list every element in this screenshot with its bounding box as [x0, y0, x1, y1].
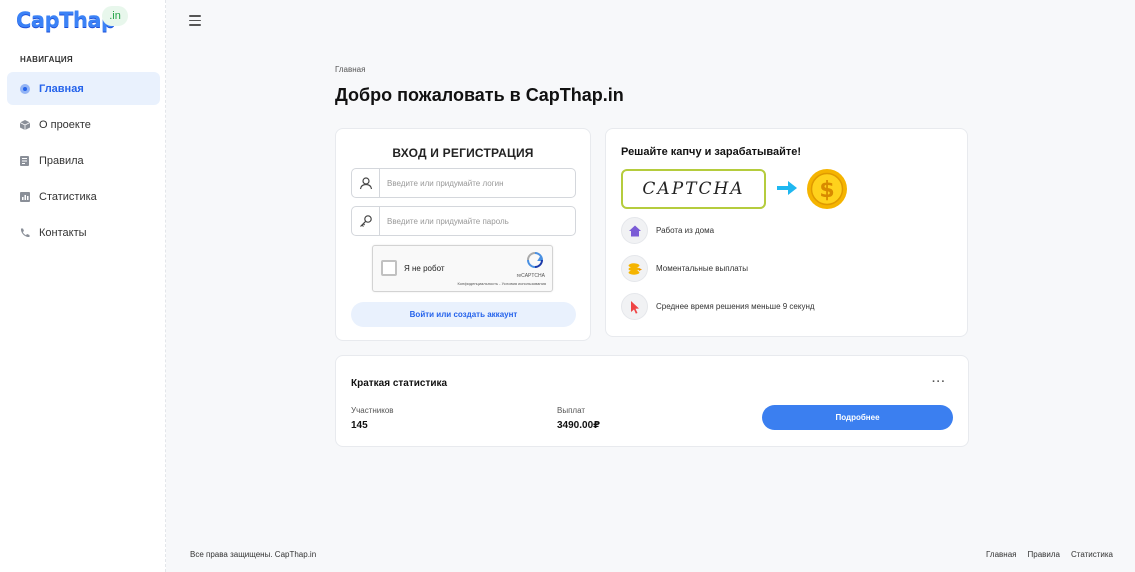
recaptcha-label: Я не робот: [404, 264, 445, 273]
login-submit-button[interactable]: Войти или создать аккаунт: [351, 302, 576, 327]
menu-toggle-icon[interactable]: [189, 15, 201, 27]
recaptcha-checkbox[interactable]: [381, 260, 397, 276]
arrow-right-icon: [777, 181, 797, 195]
participants-label: Участников: [351, 406, 394, 415]
sidebar-item-label: Контакты: [39, 226, 87, 239]
rules-icon: [18, 154, 31, 167]
nav-heading: НАВИГАЦИЯ: [20, 55, 73, 64]
cube-icon: [18, 118, 31, 131]
login-input[interactable]: [380, 178, 570, 188]
sidebar-item-home[interactable]: Главная: [7, 72, 160, 105]
stats-card: Краткая статистика ··· Участников 145 Вы…: [335, 355, 969, 447]
footer-link-statistics[interactable]: Статистика: [1071, 550, 1113, 559]
svg-text:$: $: [819, 178, 834, 203]
sidebar-item-about[interactable]: О проекте: [7, 108, 160, 141]
logo[interactable]: CapThap: [16, 8, 116, 32]
sidebar-nav: Главная О проекте Правила Статистика Кон…: [7, 72, 160, 252]
footer-link-home[interactable]: Главная: [986, 550, 1016, 559]
page-title: Добро пожаловать в CapThap.in: [335, 85, 624, 105]
feature-label: Моментальные выплаты: [656, 264, 748, 273]
promo-card: Решайте капчу и зарабатывайте! CAPTCHA $…: [605, 128, 968, 337]
sidebar-item-label: О проекте: [39, 118, 91, 131]
logo-text[interactable]: CapThap: [16, 8, 116, 32]
login-field: [351, 168, 576, 198]
sidebar-item-rules[interactable]: Правила: [7, 144, 160, 177]
feature-item: Работа из дома: [621, 217, 714, 244]
payout-value: 3490.00₽: [557, 420, 601, 431]
sidebar-item-label: Статистика: [39, 190, 97, 203]
sidebar-item-contacts[interactable]: Контакты: [7, 216, 160, 249]
breadcrumb[interactable]: Главная: [335, 65, 365, 74]
footer-link-rules[interactable]: Правила: [1028, 550, 1060, 559]
feature-item: Моментальные выплаты: [621, 255, 748, 282]
user-icon: [352, 169, 380, 197]
details-button[interactable]: Подробнее: [762, 405, 953, 430]
feature-label: Среднее время решения меньше 9 секунд: [656, 302, 815, 311]
footer-copyright: Все права защищены. CapThap.in: [190, 550, 317, 559]
coin-icon: $: [807, 169, 847, 209]
recaptcha-logo-icon: [527, 252, 544, 268]
house-icon: [621, 217, 648, 244]
phone-icon: [18, 226, 31, 239]
feature-item: Среднее время решения меньше 9 секунд: [621, 293, 815, 320]
home-icon: [18, 82, 31, 95]
cursor-icon: [621, 293, 648, 320]
sidebar-item-label: Правила: [39, 154, 84, 167]
password-input[interactable]: [380, 216, 570, 226]
promo-title: Решайте капчу и зарабатывайте!: [621, 146, 802, 158]
footer-links: Главная Правила Статистика: [986, 550, 1113, 559]
login-title: ВХОД И РЕГИСТРАЦИЯ: [392, 146, 534, 160]
login-card: ВХОД И РЕГИСТРАЦИЯ Я не робот reCAPTCHA …: [335, 128, 591, 341]
more-options-icon[interactable]: ···: [932, 376, 946, 388]
payout-label: Выплат: [557, 406, 586, 415]
recaptcha-links[interactable]: Конфиденциальность - Условия использован…: [457, 281, 546, 286]
participants-value: 145: [351, 420, 368, 431]
key-icon: [352, 207, 380, 235]
feature-label: Работа из дома: [656, 226, 715, 235]
stats-title: Краткая статистика: [351, 378, 448, 389]
coins-icon: [621, 255, 648, 282]
password-field: [351, 206, 576, 236]
domain-badge: .in: [102, 6, 128, 26]
chart-icon: [18, 190, 31, 203]
recaptcha-widget: Я не робот reCAPTCHA Конфиденциальность …: [372, 245, 553, 292]
captcha-example-image: CAPTCHA: [621, 169, 766, 209]
sidebar-item-statistics[interactable]: Статистика: [7, 180, 160, 213]
sidebar-item-label: Главная: [39, 82, 84, 95]
sidebar: CapThap .in НАВИГАЦИЯ Главная О проекте …: [0, 0, 166, 572]
recaptcha-brand: reCAPTCHA: [516, 273, 545, 279]
